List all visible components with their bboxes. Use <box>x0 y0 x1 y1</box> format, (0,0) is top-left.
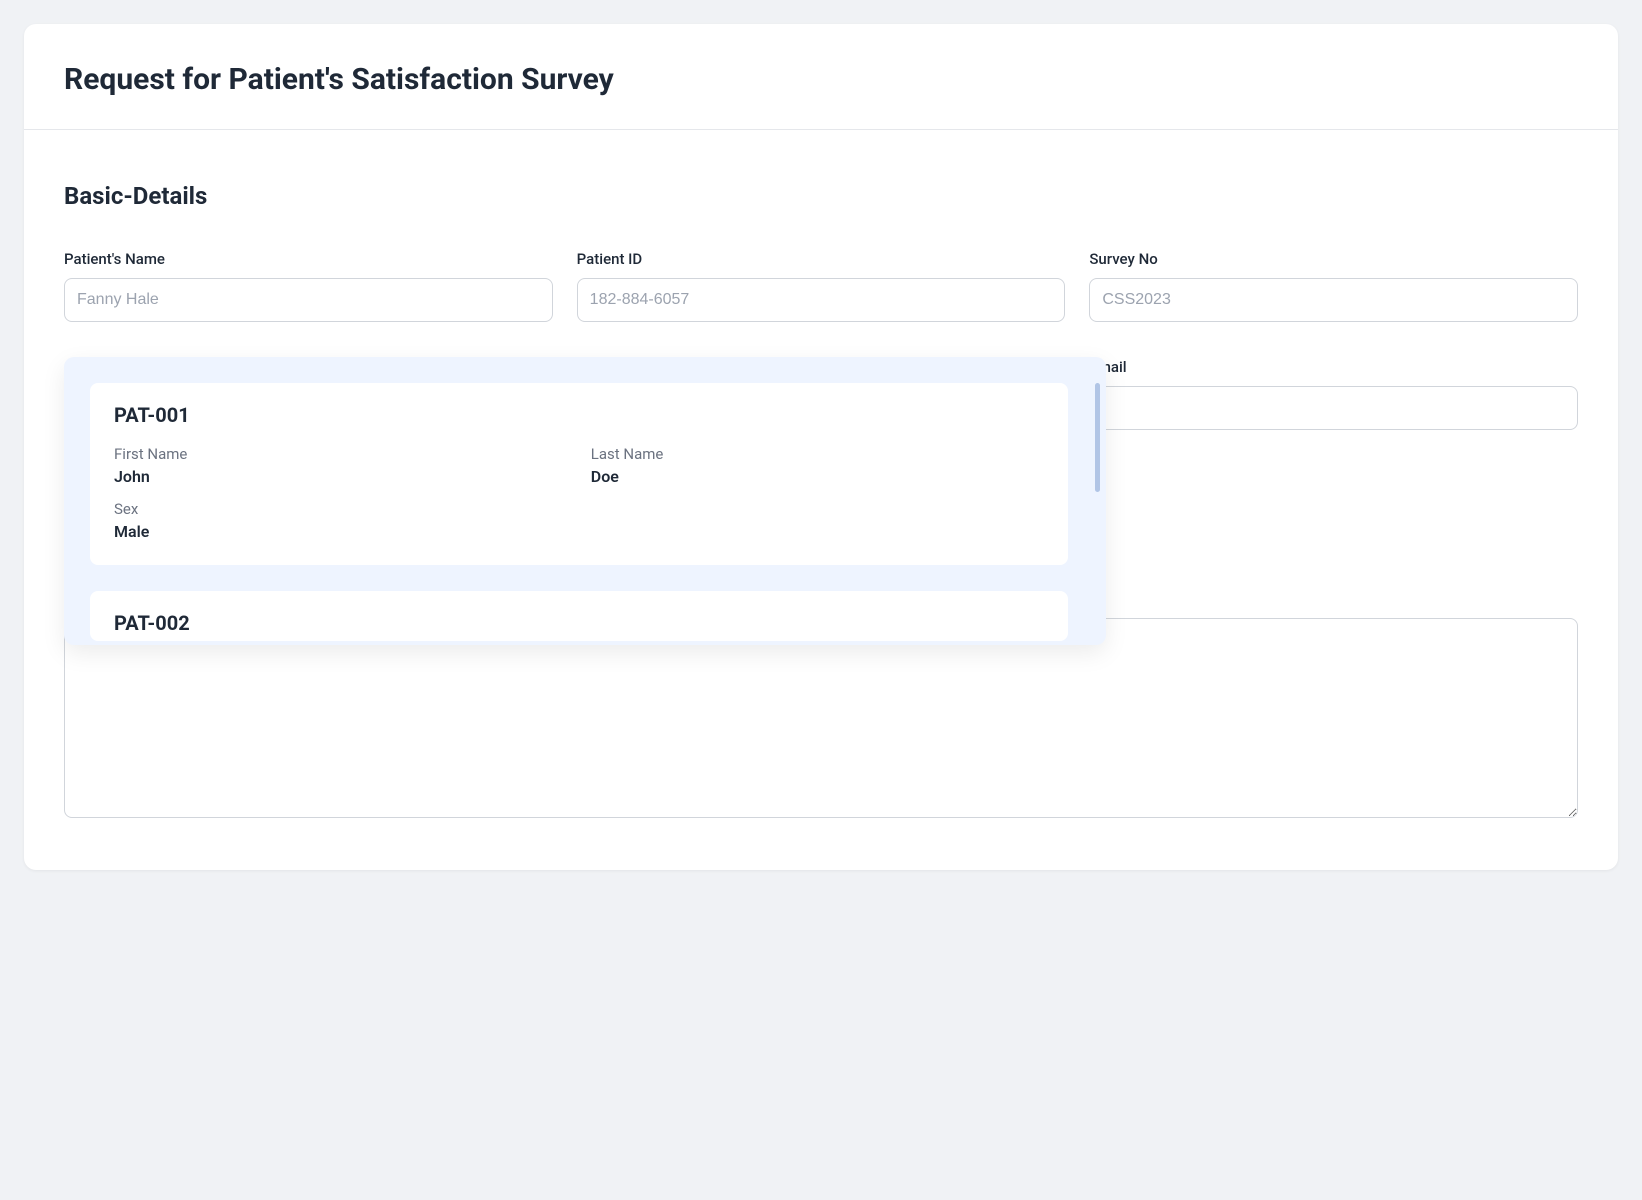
autocomplete-anchor: PAT-001 First Name John Last Name Doe Se… <box>64 357 1106 645</box>
autocomplete-item-id: PAT-001 <box>114 403 1044 427</box>
autocomplete-item[interactable]: PAT-001 First Name John Last Name Doe Se… <box>90 383 1068 565</box>
autocomplete-field-label: Sex <box>114 500 567 518</box>
label-email: Email <box>1089 358 1578 376</box>
autocomplete-field-value: Male <box>114 522 567 541</box>
autocomplete-field: Last Name Doe <box>591 445 1044 486</box>
autocomplete-field-value: Doe <box>591 467 1044 486</box>
autocomplete-field: Sex Male <box>114 500 567 541</box>
input-patient-id[interactable] <box>577 278 1066 322</box>
label-patient-name: Patient's Name <box>64 250 553 268</box>
row-1: Patient's Name Patient ID Survey No <box>64 250 1578 322</box>
field-patient-id: Patient ID <box>577 250 1066 322</box>
form-body: Basic-Details Patient's Name Patient ID … <box>24 130 1618 870</box>
autocomplete-field-label: First Name <box>114 445 567 463</box>
field-email: Email <box>1089 358 1578 430</box>
input-patient-name[interactable] <box>64 278 553 322</box>
textarea-suggestions[interactable] <box>64 618 1578 818</box>
autocomplete-scrollbar[interactable] <box>1095 383 1100 619</box>
form-card: Request for Patient's Satisfaction Surve… <box>24 24 1618 870</box>
form-header: Request for Patient's Satisfaction Surve… <box>24 24 1618 130</box>
autocomplete-item-id: PAT-002 <box>114 611 1044 635</box>
label-patient-id: Patient ID <box>577 250 1066 268</box>
autocomplete-item[interactable]: PAT-002 <box>90 591 1068 641</box>
autocomplete-dropdown[interactable]: PAT-001 First Name John Last Name Doe Se… <box>64 357 1106 645</box>
autocomplete-field: First Name John <box>114 445 567 486</box>
autocomplete-item-details: First Name John Last Name Doe Sex Male <box>114 445 1044 541</box>
input-email[interactable] <box>1089 386 1578 430</box>
label-survey-no: Survey No <box>1089 250 1578 268</box>
autocomplete-field-value: John <box>114 467 567 486</box>
field-survey-no: Survey No <box>1089 250 1578 322</box>
autocomplete-field-label: Last Name <box>591 445 1044 463</box>
field-patient-name: Patient's Name <box>64 250 553 322</box>
section-title: Basic-Details <box>64 182 1578 210</box>
autocomplete-scrollbar-thumb[interactable] <box>1095 383 1100 492</box>
page-title: Request for Patient's Satisfaction Surve… <box>64 62 1578 97</box>
input-survey-no[interactable] <box>1089 278 1578 322</box>
